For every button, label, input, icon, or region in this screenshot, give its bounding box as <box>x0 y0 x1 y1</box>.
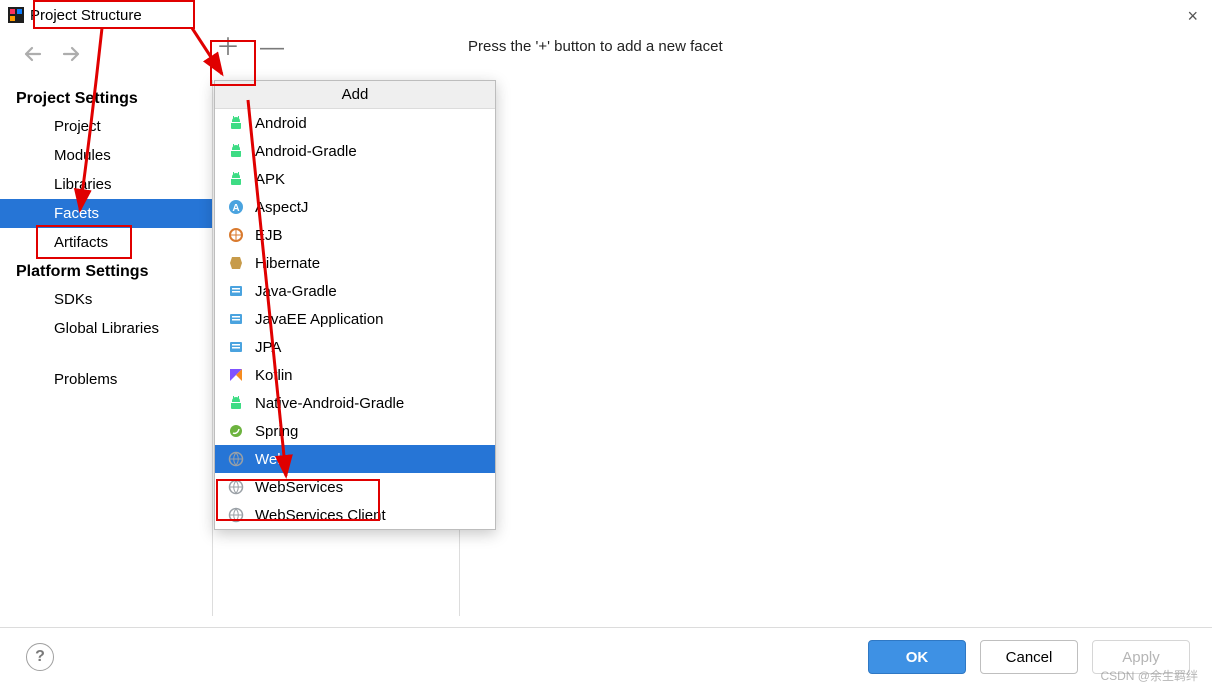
popup-item-webservices[interactable]: WebServices <box>215 473 495 501</box>
popup-item-label: EJB <box>255 227 283 244</box>
sidebar-item-global-libraries[interactable]: Global Libraries <box>0 314 212 343</box>
nav-back-icon[interactable] <box>22 45 48 66</box>
popup-item-label: WebServices <box>255 479 343 496</box>
android-icon <box>227 394 245 412</box>
popup-item-spring[interactable]: Spring <box>215 417 495 445</box>
popup-item-jpa[interactable]: JPA <box>215 333 495 361</box>
popup-item-label: AspectJ <box>255 199 308 216</box>
gradle-icon <box>227 282 245 300</box>
title-bar: Project Structure × <box>0 0 1212 30</box>
popup-title: Add <box>215 81 495 109</box>
popup-item-android-gradle[interactable]: Android-Gradle <box>215 137 495 165</box>
web-icon <box>227 506 245 524</box>
popup-item-label: Kotlin <box>255 367 293 384</box>
popup-item-kotlin[interactable]: Kotlin <box>215 361 495 389</box>
main-area: Project Settings Project Modules Librari… <box>0 80 1212 616</box>
add-facet-popup: Add Android Android-Gradle APK A AspectJ EJB H… <box>214 80 496 530</box>
kotlin-icon <box>227 366 245 384</box>
sidebar-item-project[interactable]: Project <box>0 112 212 141</box>
sidebar-item-sdks[interactable]: SDKs <box>0 285 212 314</box>
toolbar: ＋ — Press the '+' button to add a new fa… <box>0 30 1212 80</box>
popup-item-label: WebServices Client <box>255 507 386 524</box>
popup-item-hibernate[interactable]: Hibernate <box>215 249 495 277</box>
remove-facet-button[interactable]: — <box>260 36 282 60</box>
popup-item-label: Hibernate <box>255 255 320 272</box>
spring-icon <box>227 422 245 440</box>
sidebar-heading-project-settings: Project Settings <box>0 84 212 112</box>
sidebar: Project Settings Project Modules Librari… <box>0 80 213 616</box>
svg-text:A: A <box>232 203 239 214</box>
dialog-button-bar: ? OK Cancel Apply <box>0 627 1212 686</box>
android-icon <box>227 114 245 132</box>
cancel-button[interactable]: Cancel <box>980 640 1078 674</box>
sidebar-item-modules[interactable]: Modules <box>0 141 212 170</box>
web-icon <box>227 478 245 496</box>
sidebar-item-facets[interactable]: Facets <box>0 199 212 228</box>
window-title: Project Structure <box>30 7 142 24</box>
popup-item-web[interactable]: Web <box>215 445 495 473</box>
popup-item-label: Native-Android-Gradle <box>255 395 404 412</box>
popup-item-label: Android-Gradle <box>255 143 357 160</box>
close-icon[interactable]: × <box>1187 6 1198 27</box>
android-icon <box>227 142 245 160</box>
letter-a-icon: A <box>227 198 245 216</box>
add-facet-button[interactable]: ＋ <box>216 36 238 60</box>
app-icon <box>8 7 24 23</box>
hint-text: Press the '+' button to add a new facet <box>468 38 723 55</box>
popup-item-ejb[interactable]: EJB <box>215 221 495 249</box>
popup-item-label: JPA <box>255 339 281 356</box>
ejb-icon <box>227 226 245 244</box>
popup-item-label: Web <box>255 451 286 468</box>
popup-item-native-android-gradle[interactable]: Native-Android-Gradle <box>215 389 495 417</box>
apply-button: Apply <box>1092 640 1190 674</box>
popup-item-label: Spring <box>255 423 298 440</box>
jpa-icon <box>227 338 245 356</box>
popup-item-webservices-client[interactable]: WebServices Client <box>215 501 495 529</box>
popup-item-label: JavaEE Application <box>255 311 383 328</box>
help-button[interactable]: ? <box>26 643 54 671</box>
popup-item-label: Java-Gradle <box>255 283 337 300</box>
nav-forward-icon[interactable] <box>60 45 86 66</box>
popup-item-javaee-application[interactable]: JavaEE Application <box>215 305 495 333</box>
sidebar-item-libraries[interactable]: Libraries <box>0 170 212 199</box>
popup-item-java-gradle[interactable]: Java-Gradle <box>215 277 495 305</box>
android-icon <box>227 170 245 188</box>
sidebar-item-problems[interactable]: Problems <box>0 365 212 394</box>
hibernate-icon <box>227 254 245 272</box>
popup-item-aspectj[interactable]: A AspectJ <box>215 193 495 221</box>
sidebar-item-artifacts[interactable]: Artifacts <box>0 228 212 257</box>
popup-item-label: Android <box>255 115 307 132</box>
ok-button[interactable]: OK <box>868 640 966 674</box>
popup-item-apk[interactable]: APK <box>215 165 495 193</box>
sidebar-heading-platform-settings: Platform Settings <box>0 257 212 285</box>
javaee-icon <box>227 310 245 328</box>
popup-item-android[interactable]: Android <box>215 109 495 137</box>
web-icon <box>227 450 245 468</box>
popup-item-label: APK <box>255 171 285 188</box>
